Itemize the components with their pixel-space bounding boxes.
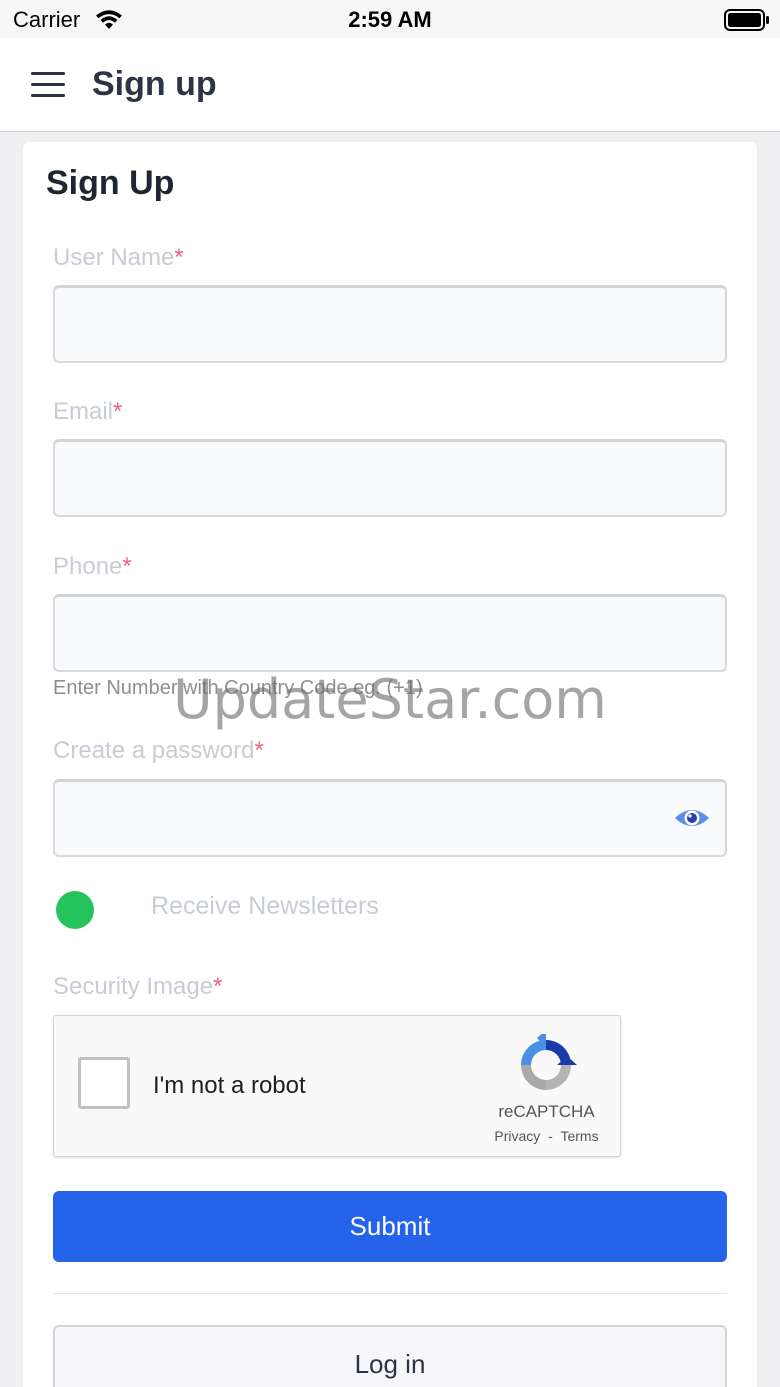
username-label: User Name* — [53, 244, 184, 271]
recaptcha-logo-icon — [521, 1034, 577, 1090]
required-mark: * — [122, 553, 132, 580]
status-bar: Carrier 2:59 AM — [0, 0, 780, 38]
required-mark: * — [213, 973, 223, 1000]
phone-label: Phone* — [53, 553, 132, 580]
recaptcha-privacy-link[interactable]: Privacy — [494, 1128, 540, 1144]
recaptcha-links: Privacy - Terms — [474, 1128, 619, 1144]
hamburger-menu-icon[interactable] — [31, 72, 67, 98]
page-title: Sign up — [92, 65, 217, 103]
phone-input[interactable] — [53, 594, 727, 672]
divider — [53, 1293, 727, 1294]
email-input[interactable] — [53, 439, 727, 517]
login-button[interactable]: Log in — [53, 1325, 727, 1387]
newsletter-toggle[interactable] — [56, 891, 94, 929]
recaptcha-terms-link[interactable]: Terms — [560, 1128, 598, 1144]
app-header: Sign up — [0, 38, 780, 132]
email-label: Email* — [53, 398, 123, 425]
battery-icon — [724, 9, 769, 31]
recaptcha-widget: I'm not a robot reCAPTCHA Privacy - Term… — [53, 1015, 621, 1157]
eye-icon[interactable] — [674, 805, 710, 831]
form-title: Sign Up — [46, 164, 175, 202]
recaptcha-brand: reCAPTCHA — [498, 1102, 595, 1121]
password-input[interactable] — [53, 779, 727, 857]
username-input[interactable] — [53, 285, 727, 363]
clock: 2:59 AM — [348, 7, 432, 32]
recaptcha-separator: - — [548, 1128, 553, 1144]
newsletter-label: Receive Newsletters — [151, 892, 379, 920]
phone-help-text: Enter Number with Country Code eg. (+1) — [53, 677, 423, 699]
recaptcha-checkbox[interactable] — [78, 1057, 130, 1109]
security-image-label: Security Image* — [53, 973, 223, 1000]
required-mark: * — [113, 398, 123, 425]
recaptcha-label: I'm not a robot — [153, 1072, 306, 1099]
required-mark: * — [254, 737, 264, 764]
submit-button[interactable]: Submit — [53, 1191, 727, 1262]
signup-form-card: Sign Up User Name* Email* Phone* Enter N… — [23, 142, 757, 1387]
password-label: Create a password* — [53, 737, 264, 764]
required-mark: * — [174, 244, 184, 271]
